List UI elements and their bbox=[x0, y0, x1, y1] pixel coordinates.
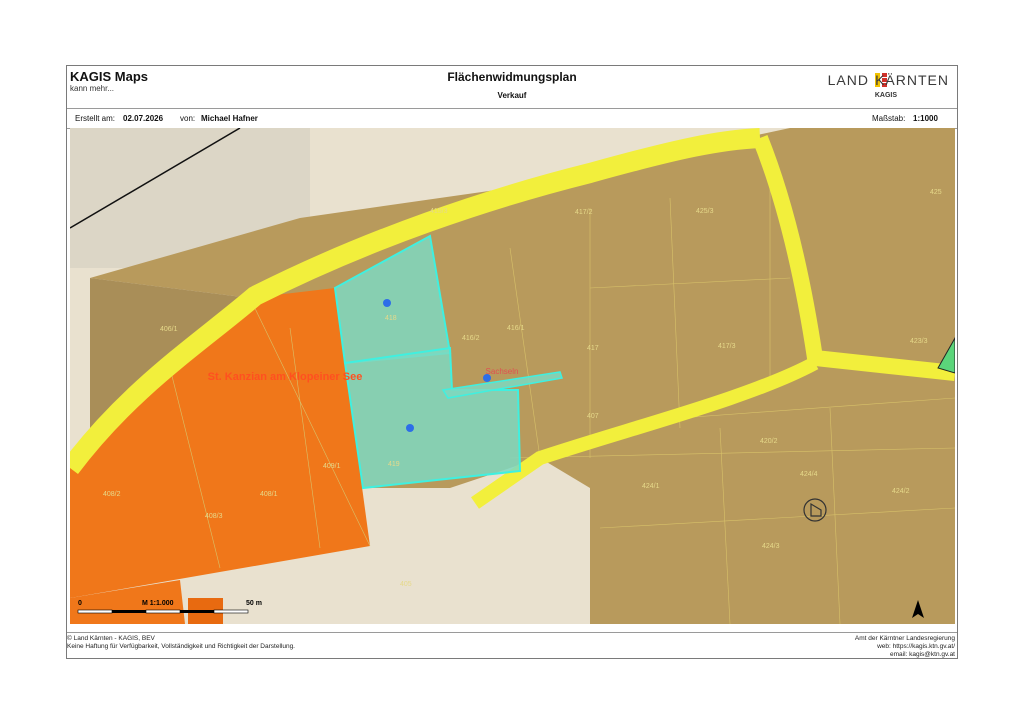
map-canvas[interactable]: 415/3 417/2 425/3 425 406/1 418 416/2 416/1 417 4… bbox=[70, 128, 955, 624]
footer-copyright: © Land Kärnten - KAGIS, BEV bbox=[67, 635, 155, 642]
zoning-map[interactable]: 415/3 417/2 425/3 425 406/1 418 416/2 416/1 417 4… bbox=[70, 128, 955, 624]
footer-email[interactable]: email: kagis@ktn.gv.at bbox=[890, 651, 955, 659]
parcel-label: 418 bbox=[385, 315, 397, 322]
parcel-label: 417/3 bbox=[718, 343, 736, 350]
parcel-label: 416/1 bbox=[507, 325, 525, 332]
parcel-label: 406/1 bbox=[160, 326, 178, 333]
created-label: Erstellt am: bbox=[75, 114, 116, 123]
footer-authority: Amt der Kärntner Landesregierung bbox=[854, 635, 955, 642]
parcel-label: 424/2 bbox=[892, 488, 910, 495]
scale-mid: M 1:1.000 bbox=[142, 600, 174, 607]
map-printout-frame: KAGIS Maps kann mehr... Flächenwidmungsp… bbox=[66, 65, 958, 659]
parcel-label: 424/3 bbox=[762, 543, 780, 550]
parcel-label: 416/2 bbox=[462, 335, 480, 342]
parcel-label: 425/3 bbox=[696, 208, 714, 215]
author-label: von: bbox=[180, 114, 196, 123]
logo-text-land: LAND bbox=[827, 72, 869, 88]
parcel-label: 415/3 bbox=[430, 208, 448, 215]
info-bar: Erstellt am: 02.07.2026 von: Michael Haf… bbox=[67, 108, 957, 129]
scale-label: Maßstab: bbox=[872, 114, 906, 123]
parcel-label: 425 bbox=[930, 189, 942, 196]
parcel-label: 408/2 bbox=[103, 491, 121, 498]
parcel-label: 408/1 bbox=[260, 491, 278, 498]
parcel-label: 417 bbox=[587, 345, 599, 352]
location-pin-icon[interactable] bbox=[383, 299, 391, 307]
scale-end: 50 m bbox=[246, 600, 262, 607]
logo-subtext: KAGIS bbox=[874, 92, 897, 99]
parcel-label: 424/1 bbox=[642, 483, 660, 490]
location-pin-icon[interactable] bbox=[406, 424, 414, 432]
location-pin-icon[interactable] bbox=[483, 374, 491, 382]
parcel-label: 407 bbox=[587, 413, 599, 420]
parcel-label: 409/1 bbox=[323, 463, 341, 470]
parcel-label: 424/4 bbox=[800, 471, 818, 478]
footer-disclaimer: Keine Haftung für Verfügbarkeit, Vollstä… bbox=[67, 643, 295, 650]
land-kaernten-logo: LAND KÄRNTEN KAGIS bbox=[799, 70, 949, 104]
parcel-label: 417/2 bbox=[575, 209, 593, 216]
parcel-label: 405 bbox=[400, 581, 412, 588]
footer-web[interactable]: web: https://kagis.ktn.gv.at/ bbox=[877, 643, 955, 651]
parcel-label: 408/3 bbox=[205, 513, 223, 520]
parcel-label: 423/3 bbox=[910, 338, 928, 345]
created-date: 02.07.2026 bbox=[123, 114, 164, 123]
parcel-label: 420/2 bbox=[760, 438, 778, 445]
marker-label: Sachseln bbox=[486, 367, 519, 376]
place-label: St. Kanzian am Klopeiner See bbox=[208, 371, 363, 383]
scale-value: 1:1000 bbox=[913, 114, 938, 123]
header: KAGIS Maps kann mehr... Flächenwidmungsp… bbox=[67, 66, 957, 109]
footer: © Land Kärnten - KAGIS, BEV Keine Haftun… bbox=[67, 632, 957, 659]
logo-text-kaernten: KÄRNTEN bbox=[875, 72, 949, 88]
author-name: Michael Hafner bbox=[201, 114, 258, 123]
parcel-label: 419 bbox=[388, 461, 400, 468]
scale-start: 0 bbox=[78, 600, 82, 607]
